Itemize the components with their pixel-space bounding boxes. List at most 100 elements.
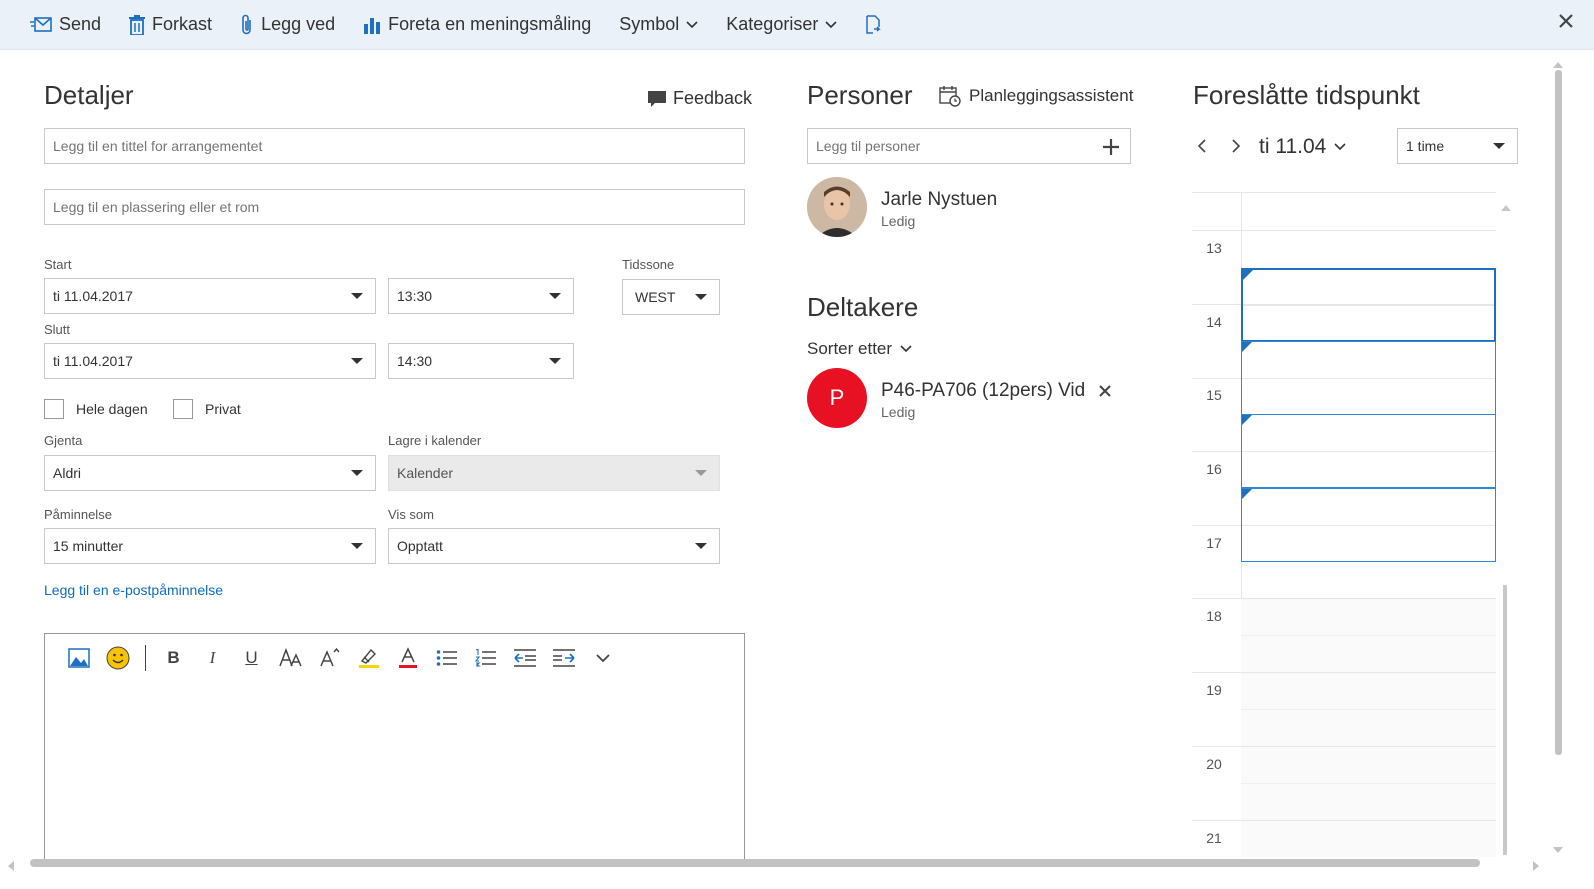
feedback-button[interactable]: Feedback: [647, 88, 752, 109]
repeat-select[interactable]: Aldri: [44, 455, 376, 491]
bullets-button[interactable]: [427, 644, 466, 672]
scroll-right-icon[interactable]: [1533, 858, 1539, 876]
chevron-down-icon: [825, 20, 837, 28]
timezone-select[interactable]: WEST: [622, 279, 720, 315]
insert-picture-button[interactable]: [59, 644, 98, 672]
grow-font-icon: [319, 648, 340, 667]
caret-down-icon: [351, 358, 363, 364]
emoji-button[interactable]: [98, 644, 137, 672]
email-reminder-link[interactable]: Legg til en e-postpåminnelse: [44, 582, 223, 598]
half-hour-line: [1241, 783, 1496, 784]
add-people-input[interactable]: [808, 129, 1088, 163]
font-color-icon: [398, 647, 417, 668]
after-hours-shading: [1241, 598, 1496, 857]
feedback-label: Feedback: [673, 88, 753, 108]
highlight-button[interactable]: [349, 644, 388, 672]
show-as-select[interactable]: Opptatt: [388, 528, 720, 564]
event-title-input[interactable]: [44, 128, 745, 164]
organizer-status: Ledig: [881, 213, 916, 229]
private-checkbox[interactable]: [173, 399, 193, 419]
page-horizontal-scrollbar[interactable]: [30, 859, 1480, 867]
hour-label: 14: [1206, 314, 1222, 330]
end-label: Slutt: [44, 322, 71, 337]
add-people-field[interactable]: [807, 128, 1131, 164]
previous-day-button[interactable]: [1197, 139, 1207, 158]
suggested-slot[interactable]: [1241, 488, 1496, 562]
discard-button[interactable]: Forkast: [129, 14, 212, 35]
hour-label: 18: [1206, 608, 1222, 624]
caret-down-icon: [549, 293, 561, 299]
font-color-button[interactable]: [388, 644, 427, 672]
duration-select[interactable]: 1 time: [1397, 128, 1518, 164]
caret-down-icon: [351, 293, 363, 299]
plus-icon[interactable]: [1102, 138, 1120, 156]
sort-by-label: Sorter etter: [807, 339, 893, 358]
hour-label: 20: [1206, 756, 1222, 772]
increase-indent-button[interactable]: [544, 644, 583, 672]
numbering-button[interactable]: [466, 644, 505, 672]
page-scroll-down-icon[interactable]: [1553, 840, 1563, 853]
format-toolbar: B I U: [59, 644, 622, 672]
scroll-up-icon[interactable]: [1501, 198, 1511, 216]
page-vertical-scrollbar[interactable]: [1555, 70, 1562, 755]
chevron-down-icon: [595, 653, 610, 662]
suggested-slot[interactable]: [1241, 414, 1496, 488]
more-formatting-button[interactable]: [583, 644, 622, 672]
remove-attendee-button[interactable]: [1099, 384, 1111, 402]
next-day-button[interactable]: [1231, 139, 1241, 158]
sort-by-menu[interactable]: Sorter etter: [807, 339, 912, 359]
categorize-label: Kategoriser: [726, 14, 819, 34]
italic-button[interactable]: I: [193, 644, 232, 672]
attach-button[interactable]: Legg ved: [240, 14, 335, 36]
font-size-button[interactable]: [271, 644, 310, 672]
popout-icon: [866, 14, 882, 34]
duration-value: 1 time: [1406, 138, 1445, 154]
calendar-select: Kalender: [388, 455, 720, 491]
caret-down-icon: [695, 470, 707, 476]
symbol-menu[interactable]: Symbol: [619, 14, 698, 35]
bar-chart-icon: [364, 17, 381, 34]
paperclip-icon: [242, 14, 251, 34]
close-button[interactable]: [1558, 13, 1574, 34]
bold-button[interactable]: B: [154, 644, 193, 672]
page-scroll-up-icon[interactable]: [1553, 55, 1563, 68]
date-picker[interactable]: ti 11.04: [1259, 135, 1346, 159]
grow-font-button[interactable]: [310, 644, 349, 672]
slot-marker-icon: [1242, 415, 1252, 425]
poll-button[interactable]: Foreta en meningsmåling: [363, 14, 591, 35]
chevron-left-icon: [1197, 139, 1206, 153]
font-size-icon: [278, 648, 302, 667]
start-date-select[interactable]: ti 11.04.2017: [44, 278, 376, 314]
scroll-left-icon[interactable]: [8, 858, 14, 876]
repeat-value: Aldri: [53, 465, 82, 481]
message-editor[interactable]: B I U: [44, 633, 745, 863]
end-time-select[interactable]: 14:30: [388, 343, 574, 379]
calendar-scrollbar[interactable]: [1503, 585, 1507, 855]
organizer-name: Jarle Nystuen: [881, 189, 998, 210]
all-day-checkbox[interactable]: [44, 399, 64, 419]
underline-button[interactable]: U: [232, 644, 271, 672]
hour-line: [1192, 746, 1496, 747]
private-label: Privat: [205, 401, 241, 417]
suggested-slot-selected[interactable]: [1241, 268, 1496, 342]
location-input[interactable]: [44, 189, 745, 225]
symbol-label: Symbol: [619, 14, 680, 34]
popout-button[interactable]: [865, 14, 882, 35]
picture-icon: [67, 648, 90, 668]
trash-icon: [129, 14, 146, 35]
all-day-label: Hele dagen: [76, 401, 148, 417]
end-date-select[interactable]: ti 11.04.2017: [44, 343, 376, 379]
chevron-down-icon: [900, 345, 912, 353]
decrease-indent-button[interactable]: [505, 644, 544, 672]
slot-marker-icon: [1243, 270, 1253, 280]
reminder-select[interactable]: 15 minutter: [44, 528, 376, 564]
timezone-value: WEST: [635, 289, 676, 305]
suggested-slot[interactable]: [1241, 341, 1496, 415]
discard-label: Forkast: [152, 14, 213, 34]
scheduling-assistant-button[interactable]: Planleggingsassistent: [939, 85, 1133, 107]
send-button[interactable]: Send: [30, 14, 101, 35]
caret-down-icon: [1493, 143, 1505, 149]
categorize-menu[interactable]: Kategoriser: [726, 14, 837, 35]
start-time-select[interactable]: 13:30: [388, 278, 574, 314]
suggested-times-heading: Foreslåtte tidspunkt: [1193, 80, 1420, 110]
